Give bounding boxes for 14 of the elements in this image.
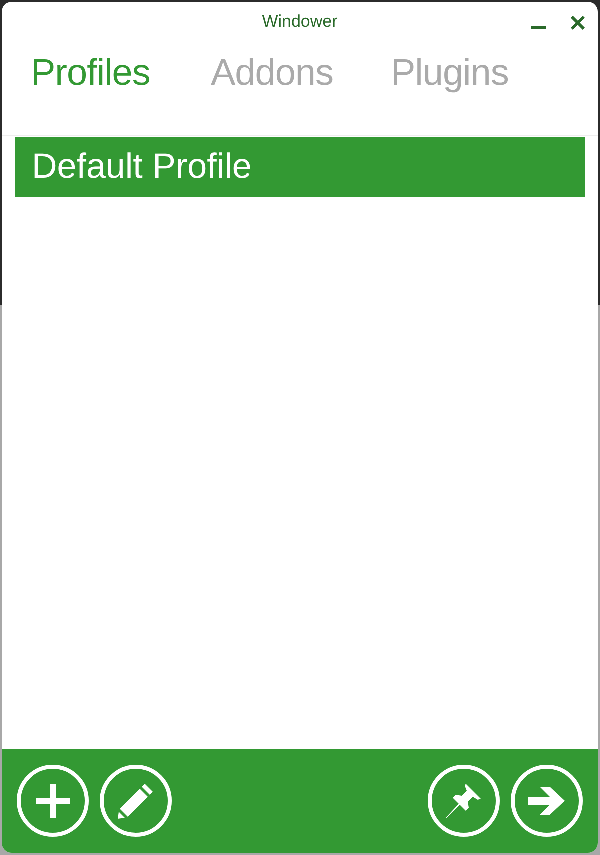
- plus-icon: [34, 782, 72, 820]
- window-title: Windower: [262, 11, 338, 34]
- pushpin-icon: [446, 783, 482, 819]
- launch-button[interactable]: [511, 765, 583, 837]
- profile-item[interactable]: Default Profile: [15, 137, 585, 197]
- add-button[interactable]: [17, 765, 89, 837]
- edit-button[interactable]: [100, 765, 172, 837]
- pin-button[interactable]: [428, 765, 500, 837]
- tab[interactable]: Profiles: [31, 54, 211, 91]
- pencil-icon: [118, 783, 154, 819]
- arrow-right-icon: [528, 786, 566, 816]
- close-button[interactable]: [570, 14, 586, 32]
- tab[interactable]: Addons: [211, 54, 391, 91]
- tab[interactable]: Plugins: [391, 54, 571, 91]
